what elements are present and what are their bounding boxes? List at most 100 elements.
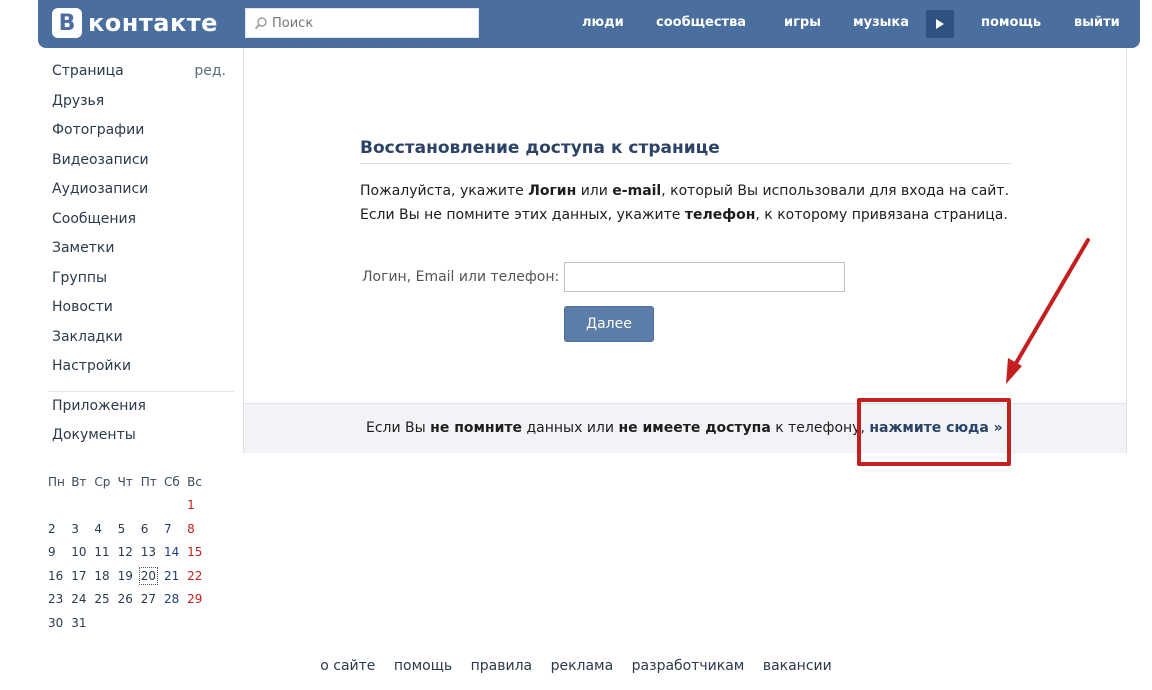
calendar-day[interactable]: 30 <box>48 616 71 630</box>
text-part: или <box>576 183 613 199</box>
calendar-week: 23 24 25 26 27 28 29 <box>48 588 210 612</box>
restore-access-panel: Восстановление доступа к странице Пожалу… <box>243 48 1127 453</box>
text-part: данных или <box>522 420 619 436</box>
calendar-day[interactable]: 16 <box>48 569 71 583</box>
nav-communities[interactable]: сообщества <box>656 15 746 30</box>
sidebar-item-friends[interactable]: Друзья <box>48 93 234 123</box>
sidebar-item-videos[interactable]: Видеозаписи <box>48 152 234 182</box>
page-footer: о сайте помощь правила реклама разработч… <box>0 658 1152 674</box>
calendar-day[interactable]: 7 <box>164 522 187 536</box>
footer-link-rules[interactable]: правила <box>471 658 533 674</box>
calendar-day[interactable]: 11 <box>94 545 117 559</box>
calendar-day[interactable]: 12 <box>118 545 141 559</box>
sidebar-item-settings[interactable]: Настройки <box>48 358 234 388</box>
footer-link-developers[interactable]: разработчикам <box>632 658 745 674</box>
weekday-label: Пт <box>140 474 157 489</box>
calendar-day[interactable]: 22 <box>187 569 210 583</box>
footer-link-about[interactable]: о сайте <box>320 658 375 674</box>
calendar-day[interactable]: 1 <box>187 498 210 512</box>
login-field-label: Логин, Email или телефон: <box>362 269 560 285</box>
footer-link-help[interactable]: помощь <box>394 658 452 674</box>
top-nav: люди сообщества игры музыка помощь выйти <box>38 0 1140 48</box>
calendar-days: 1 2 3 4 5 6 7 8 9 10 11 12 13 14 15 16 17 18 19 20 21 22 23 24 2… <box>48 494 210 635</box>
next-button[interactable]: Далее <box>564 306 654 342</box>
sidebar-item-bookmarks[interactable]: Закладки <box>48 329 234 359</box>
text-part: Если Вы не помните этих данных, укажите <box>360 207 685 223</box>
calendar-day[interactable]: 29 <box>187 592 210 606</box>
calendar-day[interactable]: 2 <box>48 522 71 536</box>
calendar-day[interactable]: 4 <box>94 522 117 536</box>
nav-logout[interactable]: выйти <box>1074 15 1120 30</box>
sidebar-item-messages[interactable]: Сообщения <box>48 211 234 241</box>
calendar-day[interactable]: 20 <box>138 566 164 585</box>
edit-link[interactable]: ред. <box>194 63 226 87</box>
instruction-line-1: Пожалуйста, укажите Логин или e-mail, ко… <box>360 183 1009 199</box>
sidebar-item-groups[interactable]: Группы <box>48 270 234 300</box>
text-bold: e-mail <box>612 183 662 199</box>
sidebar-divider <box>48 390 234 392</box>
nav-games[interactable]: игры <box>784 15 821 30</box>
calendar-weekdays: Пн Вт Ср Чт Пт Сб Вс <box>48 470 210 494</box>
calendar-day[interactable]: 10 <box>71 545 94 559</box>
calendar-week: 30 31 <box>48 611 210 635</box>
left-sidebar: ред. Страница Друзья Фотографии Видеозап… <box>48 63 234 457</box>
calendar-day[interactable]: 25 <box>94 592 117 606</box>
calendar-week: 16 17 18 19 20 21 22 <box>48 564 210 588</box>
calendar-day[interactable]: 19 <box>118 569 141 583</box>
calendar-day[interactable]: 18 <box>94 569 117 583</box>
play-icon[interactable] <box>926 10 954 38</box>
sidebar-item-photos[interactable]: Фотографии <box>48 122 234 152</box>
sidebar-item-audio[interactable]: Аудиозаписи <box>48 181 234 211</box>
calendar-day[interactable]: 28 <box>164 592 187 606</box>
footer-link-jobs[interactable]: вакансии <box>763 658 832 674</box>
weekday-label: Вс <box>187 474 202 489</box>
sidebar-item-documents[interactable]: Документы <box>48 427 234 457</box>
text-bold: не помните <box>430 420 523 436</box>
text-bold: телефон <box>684 207 756 223</box>
calendar-day[interactable]: 21 <box>164 569 187 583</box>
calendar-day[interactable]: 5 <box>118 522 141 536</box>
text-part: Если Вы <box>366 420 431 436</box>
calendar-day[interactable]: 15 <box>187 545 210 559</box>
text-part: , к которому привязана страница. <box>755 207 1008 223</box>
calendar: Пн Вт Ср Чт Пт Сб Вс 1 2 3 4 5 6 7 8 9 10 11 12 13 14… <box>48 470 210 635</box>
highlight-box <box>857 398 1011 466</box>
footer-link-ads[interactable]: реклама <box>551 658 614 674</box>
today-marker: 20 <box>138 566 159 585</box>
calendar-day[interactable]: 8 <box>187 522 210 536</box>
sidebar-item-news[interactable]: Новости <box>48 299 234 329</box>
weekday-label: Пн <box>48 474 65 489</box>
calendar-day[interactable]: 14 <box>164 545 187 559</box>
nav-music[interactable]: музыка <box>853 15 909 30</box>
calendar-day[interactable]: 23 <box>48 592 71 606</box>
text-part: Пожалуйста, укажите <box>360 183 529 199</box>
text-part: , который Вы использовали для входа на с… <box>661 183 1010 199</box>
calendar-day[interactable]: 17 <box>71 569 94 583</box>
calendar-day[interactable]: 24 <box>71 592 94 606</box>
text-part: к телефону, <box>770 420 870 436</box>
nav-help[interactable]: помощь <box>981 15 1041 30</box>
calendar-week: 1 <box>48 494 210 518</box>
calendar-day[interactable]: 27 <box>141 592 164 606</box>
weekday-label: Сб <box>163 474 180 489</box>
text-bold: не имеете доступа <box>618 420 771 436</box>
calendar-day[interactable]: 9 <box>48 545 71 559</box>
calendar-day[interactable]: 26 <box>118 592 141 606</box>
top-header: B контакте люди сообщества игры музыка п… <box>38 0 1140 48</box>
calendar-week: 2345678 <box>48 517 210 541</box>
text-bold: Логин <box>528 183 577 199</box>
page-title: Восстановление доступа к странице <box>360 138 720 158</box>
instruction-line-2: Если Вы не помните этих данных, укажите … <box>360 207 1008 223</box>
sidebar-item-apps[interactable]: Приложения <box>48 398 234 428</box>
weekday-label: Ср <box>94 474 111 489</box>
title-divider <box>360 163 1012 164</box>
calendar-week: 9 10 11 12 13 14 15 <box>48 541 210 565</box>
nav-people[interactable]: люди <box>582 15 624 30</box>
calendar-day[interactable]: 6 <box>141 522 164 536</box>
login-input[interactable] <box>564 262 845 292</box>
calendar-day[interactable]: 31 <box>71 616 94 630</box>
sidebar-item-notes[interactable]: Заметки <box>48 240 234 270</box>
weekday-label: Вт <box>71 474 87 489</box>
calendar-day[interactable]: 3 <box>71 522 94 536</box>
calendar-day[interactable]: 13 <box>141 545 164 559</box>
